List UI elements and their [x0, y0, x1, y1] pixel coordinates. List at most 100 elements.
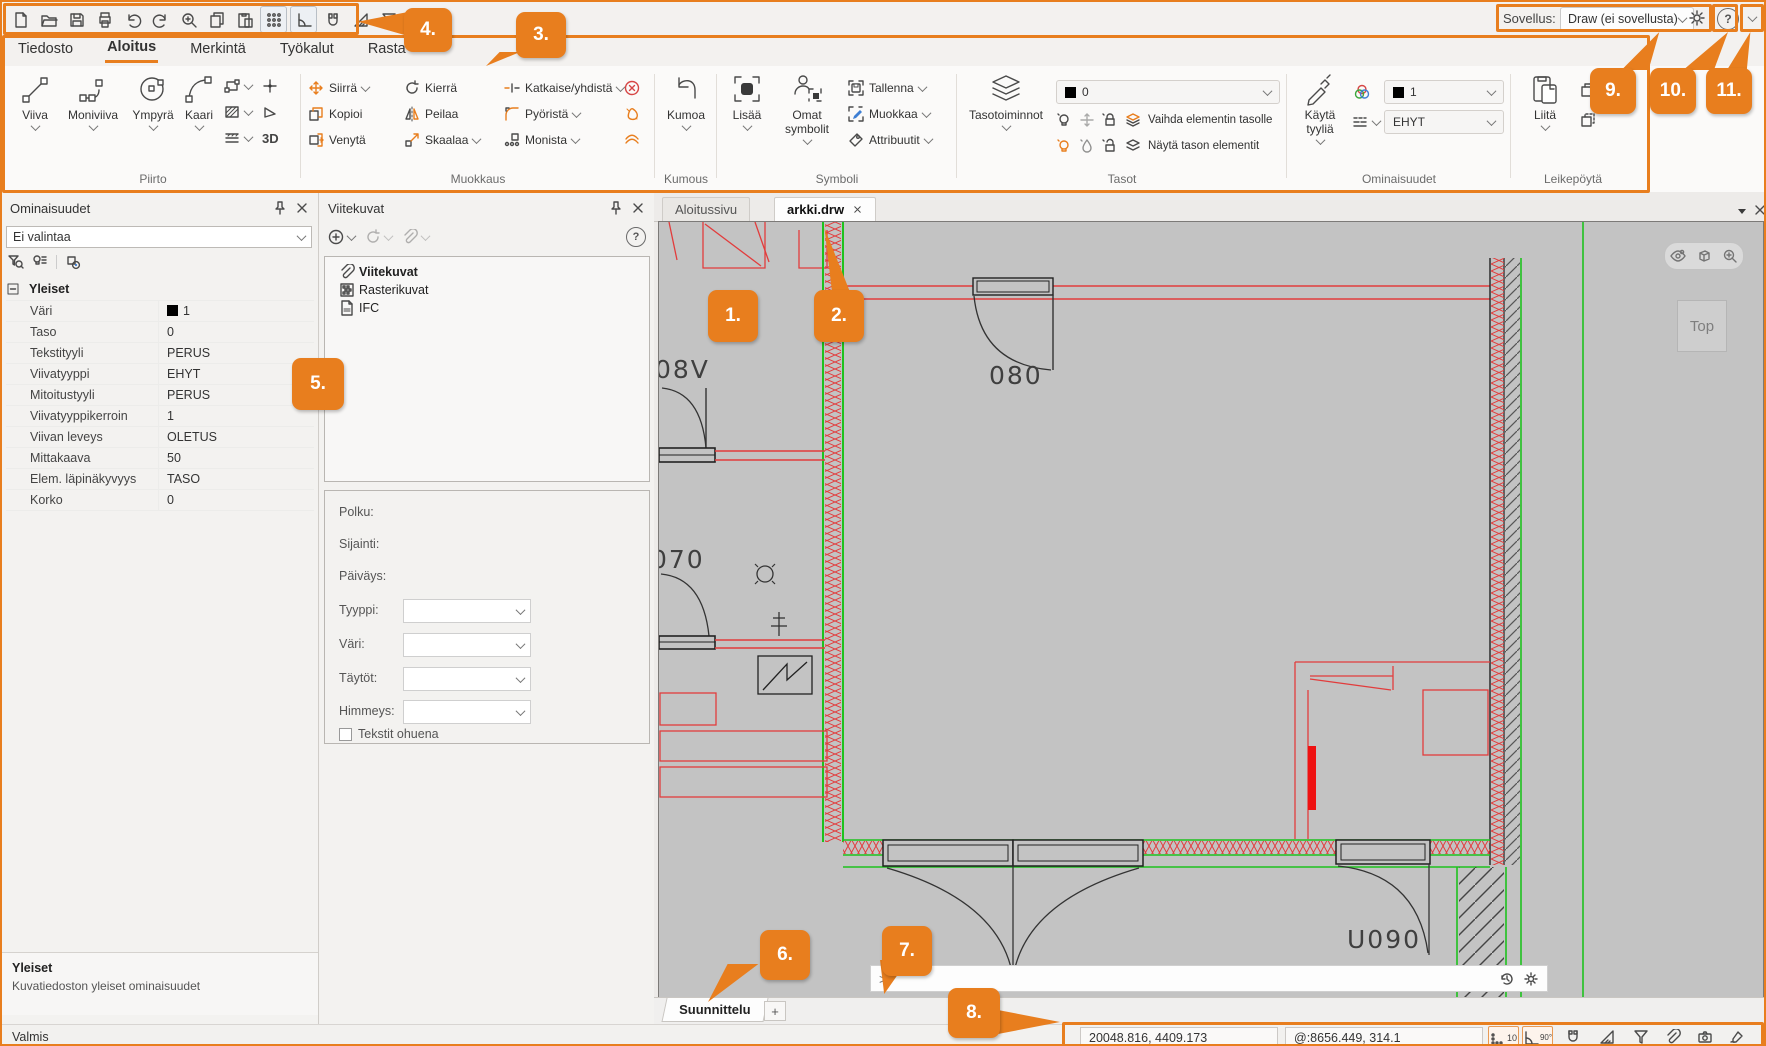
property-row[interactable]: Taso0 [6, 321, 314, 343]
info-icon[interactable] [65, 254, 81, 270]
kopioi-button[interactable]: Kopioi [308, 104, 362, 124]
add-reference-button[interactable] [328, 229, 355, 245]
help-icon[interactable]: ? [626, 227, 646, 247]
paste-icon[interactable] [232, 7, 257, 32]
command-history-icon[interactable] [1499, 971, 1515, 987]
highlight-selection-icon[interactable] [32, 254, 48, 270]
hatch-tool-button[interactable] [224, 102, 252, 122]
lisaa-symboli-button[interactable]: Lisää [724, 72, 770, 131]
taytot-select[interactable] [403, 667, 531, 691]
pin-icon[interactable] [608, 200, 624, 216]
erase-style-button[interactable] [624, 104, 640, 124]
redo-icon[interactable] [148, 7, 173, 32]
monista-button[interactable]: Monista [504, 130, 579, 150]
layer-fade-icon[interactable] [1079, 138, 1095, 154]
tab-list-icon[interactable] [1734, 202, 1750, 218]
kayta-tyylia-button[interactable]: Käytä tyyliä [1292, 72, 1348, 145]
close-tab-icon[interactable] [852, 204, 863, 215]
ortho-angle-icon[interactable] [290, 6, 317, 33]
venyta-button[interactable]: Venytä [308, 130, 366, 150]
kaari-button[interactable]: Kaari [178, 72, 220, 131]
application-dropdown[interactable]: Draw (ei sovellusta) [1560, 7, 1694, 31]
magnet-snap-toggle[interactable] [1558, 1026, 1587, 1046]
ympyra-button[interactable]: Ympyrä [128, 72, 178, 131]
sheet-tab-suunnittelu[interactable]: Suunnittelu [661, 998, 768, 1022]
ribbon-collapse-chevron-icon[interactable] [1744, 10, 1760, 26]
set-square-toggle[interactable] [1592, 1026, 1621, 1046]
liita-button[interactable]: Liitä [1522, 72, 1568, 131]
menu-tiedosto[interactable]: Tiedosto [16, 39, 75, 62]
menu-aloitus[interactable]: Aloitus [105, 37, 158, 63]
property-row[interactable]: Viivatyyppikerroin1 [6, 405, 314, 427]
attach-toggle[interactable] [1658, 1026, 1687, 1046]
new-file-icon[interactable] [8, 7, 33, 32]
tree-item-ifc[interactable]: IFC [339, 299, 649, 317]
delete-element-button[interactable] [624, 78, 640, 98]
property-row[interactable]: MitoitustyyliPERUS [6, 384, 314, 406]
view-settings-icon[interactable] [1670, 248, 1686, 264]
layer-select[interactable]: 0 [1056, 80, 1280, 104]
polygon-tool-button[interactable] [262, 102, 278, 122]
settings-gear-icon[interactable] [1687, 8, 1707, 28]
attribuutit-button[interactable]: Attribuutit [848, 130, 932, 150]
tree-item-viitekuvat[interactable]: Viitekuvat [339, 263, 649, 281]
close-icon[interactable] [294, 200, 310, 216]
kierra-button[interactable]: Kierrä [404, 78, 457, 98]
layer-highlight-icon[interactable] [1056, 138, 1072, 154]
tab-arkki-drw[interactable]: arkki.drw [774, 197, 876, 221]
property-row[interactable]: Korko0 [6, 489, 314, 511]
3d-tool-button[interactable]: 3D [262, 128, 279, 148]
vaihda-elementin-tasolle-button[interactable]: Vaihda elementin tasolle [1148, 114, 1272, 126]
pin-icon[interactable] [272, 200, 288, 216]
layer-unlock-icon[interactable] [1102, 138, 1118, 154]
help-icon[interactable]: ? [1717, 8, 1739, 30]
zoom-extents-icon[interactable] [1722, 248, 1738, 264]
add-sheet-button[interactable]: + [764, 1001, 786, 1021]
grid-snap-icon[interactable] [260, 6, 287, 33]
offset-button[interactable] [624, 130, 640, 150]
property-row[interactable]: Elem. läpinäkyvyysTASO [6, 468, 314, 490]
muokkaa-symbolia-button[interactable]: Muokkaa [848, 104, 930, 124]
property-row[interactable]: TekstityyliPERUS [6, 342, 314, 364]
viewcube-top-button[interactable]: Top [1677, 300, 1727, 352]
tallenna-symboli-button[interactable]: Tallenna [848, 78, 926, 98]
layer-move-icon[interactable] [1079, 112, 1095, 128]
copy-with-basepoint-button[interactable] [1580, 110, 1596, 130]
rgb-color-button[interactable] [1354, 82, 1370, 102]
menu-rasta[interactable]: Rasta [366, 39, 408, 62]
katkaise-button[interactable]: Katkaise/yhdistä [504, 78, 624, 98]
menu-merkinta[interactable]: Merkintä [188, 39, 248, 62]
skaalaa-button[interactable]: Skaalaa [404, 130, 480, 150]
layer-on-icon[interactable] [1056, 112, 1072, 128]
snapshot-toggle[interactable] [1690, 1026, 1719, 1046]
zoom-icon[interactable] [176, 7, 201, 32]
close-icon[interactable] [630, 200, 646, 216]
magnet-snap-icon[interactable] [320, 7, 345, 32]
layer-lock-icon[interactable] [1102, 112, 1118, 128]
tyyppi-select[interactable] [403, 599, 531, 623]
property-row[interactable]: ViivatyyppiEHYT [6, 363, 314, 385]
tab-aloitussivu[interactable]: Aloitussivu [662, 197, 750, 221]
collapse-group-icon[interactable] [6, 281, 22, 297]
element-color-select[interactable]: 1 [1384, 80, 1504, 104]
nayta-tason-elementit-button[interactable]: Näytä tason elementit [1148, 140, 1259, 152]
print-icon[interactable] [92, 7, 117, 32]
filter-toggle[interactable] [1626, 1026, 1655, 1046]
angle-snap-toggle[interactable]: 90° [1522, 1026, 1553, 1046]
viiva-button[interactable]: Viiva [12, 72, 58, 131]
omat-symbolit-button[interactable]: Omat symbolit [774, 72, 840, 145]
siirra-button[interactable]: Siirrä [308, 78, 369, 98]
3d-view-cube-icon[interactable] [1696, 248, 1712, 264]
pyorista-button[interactable]: Pyöristä [504, 104, 580, 124]
tree-item-rasterikuvat[interactable]: Rasterikuvat [339, 281, 649, 299]
tekstit-ohuena-checkbox[interactable] [339, 728, 352, 741]
command-settings-gear-icon[interactable] [1523, 971, 1539, 987]
open-file-icon[interactable] [36, 7, 61, 32]
moniviiva-button[interactable]: Moniviiva [60, 72, 126, 131]
refresh-reference-button[interactable] [365, 229, 392, 245]
property-row[interactable]: Viivan leveysOLETUS [6, 426, 314, 448]
selection-dropdown[interactable]: Ei valintaa [6, 226, 312, 248]
undo-icon[interactable] [120, 7, 145, 32]
kumoa-button[interactable]: Kumoa [660, 72, 712, 131]
linetype-select[interactable]: EHYT [1384, 110, 1504, 134]
